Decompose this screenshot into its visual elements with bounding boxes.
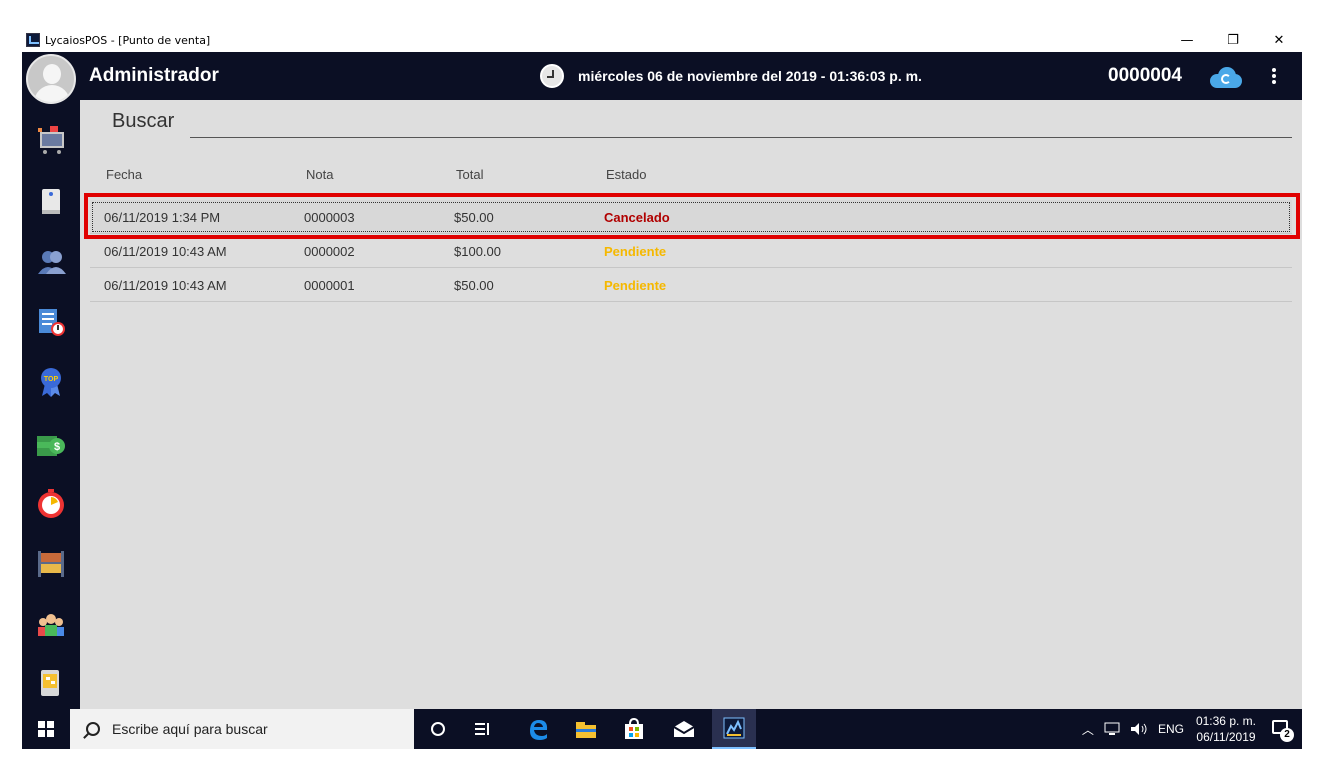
sidebar-item-timer[interactable] <box>36 488 66 520</box>
lycaiospos-app-icon <box>723 717 745 739</box>
restore-button[interactable]: ❐ <box>1210 28 1256 52</box>
file-explorer-button[interactable] <box>564 709 608 749</box>
customers-icon <box>38 251 66 274</box>
inventory-icon <box>38 551 64 577</box>
sidebar-item-notes[interactable] <box>36 186 66 218</box>
status-cell: Pendiente <box>604 244 667 259</box>
window-title: LycaiosPOS - [Punto de venta] <box>45 33 211 47</box>
column-header-fecha[interactable]: Fecha <box>106 167 142 182</box>
cell-nota: 0000001 <box>304 278 355 293</box>
status-cell: Cancelado <box>604 210 670 225</box>
network-icon[interactable] <box>1104 722 1122 736</box>
svg-text:$: $ <box>54 441 60 453</box>
notes-icon <box>42 189 60 214</box>
taskbar: Escribe aquí para buscar ︿ ENG 01:36 p. … <box>22 709 1302 749</box>
app-header: Administrador miércoles 06 de noviembre … <box>22 52 1302 100</box>
window-controls: — ❐ ✕ <box>1164 28 1302 52</box>
edge-icon <box>530 720 548 740</box>
task-view-icon <box>475 723 489 735</box>
clock-icon <box>540 64 564 88</box>
sidebar-item-report[interactable] <box>36 668 66 700</box>
column-header-nota[interactable]: Nota <box>306 167 333 182</box>
minimize-button[interactable]: — <box>1164 28 1210 52</box>
edge-button[interactable] <box>516 709 560 749</box>
start-button[interactable] <box>22 709 70 749</box>
folder-icon <box>576 722 596 738</box>
user-name: Administrador <box>89 65 219 86</box>
system-tray: ︿ ENG 01:36 p. m. 06/11/2019 2 <box>1082 709 1302 749</box>
app-logo-icon <box>26 33 40 47</box>
table-row[interactable]: 06/11/2019 1:34 PM 0000003 $50.00 Cancel… <box>90 200 1292 234</box>
sidebar-item-users[interactable] <box>36 608 66 640</box>
cell-total: $50.00 <box>454 210 494 225</box>
svg-text:TOP: TOP <box>44 376 59 383</box>
search-label: Buscar <box>112 110 175 132</box>
cart-icon <box>38 126 64 154</box>
users-icon <box>38 614 64 636</box>
task-view-button[interactable] <box>460 709 504 749</box>
show-hidden-icons-icon[interactable]: ︿ <box>1082 721 1094 738</box>
money-icon: $ <box>37 436 65 456</box>
ticket-number: 0000004 <box>1108 65 1182 86</box>
avatar[interactable] <box>26 54 76 104</box>
sidebar-item-top[interactable]: TOP <box>36 366 66 398</box>
notification-count: 2 <box>1280 728 1294 742</box>
cell-nota: 0000003 <box>304 210 355 225</box>
cell-fecha: 06/11/2019 1:34 PM <box>104 210 221 225</box>
taskbar-time: 01:36 p. m. <box>1195 714 1256 728</box>
cortana-icon <box>431 722 445 736</box>
mail-icon <box>673 721 695 737</box>
lycaiospos-taskbar-button[interactable] <box>712 709 756 749</box>
cell-fecha: 06/11/2019 10:43 AM <box>104 244 227 259</box>
cell-total: $100.00 <box>454 244 501 259</box>
sidebar: TOP $ <box>22 100 80 709</box>
notifications-icon[interactable]: 2 <box>1270 718 1294 742</box>
sidebar-item-cart[interactable] <box>36 124 66 156</box>
cell-fecha: 06/11/2019 10:43 AM <box>104 278 227 293</box>
report-icon <box>41 670 59 696</box>
sidebar-item-money[interactable]: $ <box>36 428 66 460</box>
store-icon <box>625 717 643 739</box>
search-icon <box>86 722 100 736</box>
sales-history-panel: Buscar Fecha Nota Total Estado 06/11/201… <box>80 100 1302 709</box>
taskbar-search-placeholder: Escribe aquí para buscar <box>112 721 268 737</box>
sidebar-item-customers[interactable] <box>36 246 66 278</box>
top-badge-icon: TOP <box>41 368 61 397</box>
close-button[interactable]: ✕ <box>1256 28 1302 52</box>
status-cell: Pendiente <box>604 278 667 293</box>
mail-button[interactable] <box>662 709 706 749</box>
cortana-button[interactable] <box>416 709 460 749</box>
volume-icon[interactable] <box>1130 722 1148 736</box>
table-row[interactable]: 06/11/2019 10:43 AM 0000002 $100.00 Pend… <box>90 234 1292 268</box>
cell-nota: 0000002 <box>304 244 355 259</box>
store-button[interactable] <box>612 709 656 749</box>
search-input[interactable] <box>190 114 1292 138</box>
history-icon <box>39 309 65 336</box>
table-row[interactable]: 06/11/2019 10:43 AM 0000001 $50.00 Pendi… <box>90 268 1292 302</box>
more-menu-icon[interactable] <box>1266 64 1282 88</box>
language-indicator[interactable]: ENG <box>1158 722 1184 736</box>
window-title-bar: LycaiosPOS - [Punto de venta] — ❐ ✕ <box>22 28 1302 52</box>
cell-total: $50.00 <box>454 278 494 293</box>
cloud-sync-icon[interactable] <box>1210 66 1242 88</box>
windows-logo-icon <box>38 721 54 737</box>
sidebar-item-inventory[interactable] <box>36 548 66 580</box>
column-header-estado[interactable]: Estado <box>606 167 646 182</box>
timer-icon <box>38 489 64 518</box>
taskbar-search[interactable]: Escribe aquí para buscar <box>70 709 414 749</box>
current-datetime: miércoles 06 de noviembre del 2019 - 01:… <box>578 68 922 84</box>
sidebar-item-history[interactable] <box>36 306 66 338</box>
taskbar-date: 06/11/2019 <box>1196 730 1256 744</box>
column-header-total[interactable]: Total <box>456 167 483 182</box>
taskbar-clock[interactable]: 01:36 p. m. 06/11/2019 <box>1196 713 1256 745</box>
